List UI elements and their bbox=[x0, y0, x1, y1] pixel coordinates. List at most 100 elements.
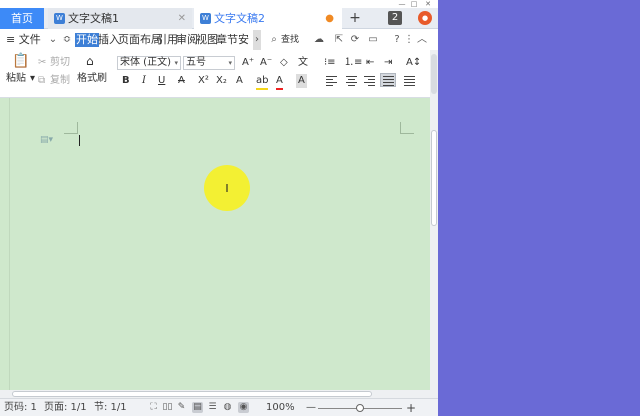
section-count: 节: 1/1 bbox=[94, 402, 127, 413]
collaborate-icon[interactable]: ⟳ bbox=[350, 30, 360, 50]
vertical-scroll-thumb[interactable] bbox=[431, 130, 437, 226]
format-painter-icon[interactable]: ⌂ bbox=[86, 54, 94, 68]
eye-protection-icon[interactable]: ◉ bbox=[238, 402, 249, 413]
zoom-out-button[interactable]: — bbox=[306, 399, 316, 416]
highlight-color-button[interactable]: ab bbox=[256, 74, 269, 90]
ribbon-scroll-thumb[interactable] bbox=[431, 54, 437, 94]
format-painter-button[interactable]: 格式刷 bbox=[77, 72, 107, 86]
chevron-down-icon[interactable]: ▾ bbox=[30, 72, 35, 86]
mouse-ibeam-icon: I bbox=[225, 182, 229, 195]
bold-button[interactable]: B bbox=[122, 74, 130, 88]
paragraph-handle-icon[interactable]: ▤▾ bbox=[40, 135, 53, 145]
maximize-icon[interactable]: □ bbox=[408, 0, 420, 8]
zoom-level[interactable]: 100% bbox=[266, 399, 295, 416]
copy-button[interactable]: 复制 bbox=[50, 74, 70, 88]
menu-review[interactable]: 审阅 bbox=[176, 30, 198, 50]
menu-file[interactable]: ≡ 文件 bbox=[6, 30, 41, 50]
horizontal-scroll-thumb[interactable] bbox=[12, 391, 372, 397]
paste-icon[interactable]: 📋 bbox=[12, 54, 29, 68]
wps-writer-window: 首页 W 文字文稿1 ✕ W 文字文稿2 ● + 2 ● — □ ✕ ≡ 文件 … bbox=[0, 0, 438, 416]
copy-icon[interactable]: ⧉ bbox=[38, 74, 45, 88]
read-mode-icon[interactable]: ▯▯ bbox=[162, 402, 173, 413]
chevron-down-icon[interactable]: ⌄ bbox=[48, 30, 58, 50]
tab-document-2[interactable]: W 文字文稿2 ● bbox=[194, 8, 342, 29]
zoom-slider-handle[interactable] bbox=[356, 404, 364, 412]
cut-button[interactable]: 剪切 bbox=[50, 56, 70, 70]
menu-scroll-arrow[interactable]: › bbox=[253, 30, 261, 50]
page-count: 页面: 1/1 bbox=[44, 402, 87, 413]
underline-button[interactable]: U bbox=[158, 74, 165, 88]
expand-icon[interactable]: ≎ bbox=[62, 30, 72, 50]
status-bar: 页码: 1 页面: 1/1 节: 1/1 ⛶ ▯▯ ✎ ▤ ☰ ◍ ◉ 100%… bbox=[0, 398, 438, 416]
new-tab-button[interactable]: + bbox=[348, 8, 362, 29]
indent-icon[interactable]: ⇥ bbox=[384, 56, 392, 70]
chevron-down-icon: ▾ bbox=[174, 59, 178, 67]
zoom-in-button[interactable]: + bbox=[406, 399, 416, 416]
font-color-button[interactable]: A bbox=[276, 74, 283, 90]
text-cursor bbox=[79, 135, 80, 146]
bullet-list-icon[interactable]: ⁝≡ bbox=[324, 56, 336, 70]
menu-references[interactable]: 引用 bbox=[156, 30, 178, 50]
tab-bar: 首页 W 文字文稿1 ✕ W 文字文稿2 ● + 2 ● — □ ✕ bbox=[0, 0, 438, 29]
font-name-value: 宋体 (正文) bbox=[120, 57, 171, 68]
unsaved-dot-icon: ● bbox=[325, 13, 334, 24]
numbered-list-icon[interactable]: ⒈≡ bbox=[344, 56, 362, 70]
superscript-button[interactable]: X² bbox=[198, 74, 209, 88]
page-view-icon[interactable]: ▤ bbox=[192, 402, 203, 413]
minimize-icon[interactable]: — bbox=[396, 0, 408, 8]
tab-home[interactable]: 首页 bbox=[0, 8, 44, 29]
menu-view[interactable]: 视图 bbox=[196, 30, 218, 50]
close-icon[interactable]: ✕ bbox=[178, 8, 186, 29]
word-doc-icon: W bbox=[54, 13, 65, 24]
tab-document-1[interactable]: W 文字文稿1 ✕ bbox=[48, 8, 192, 29]
menu-bar: ≡ 文件 ⌄ ≎ 开始 插入 页面布局 引用 审阅 视图 章节 安 › ⌕ 查找… bbox=[0, 30, 438, 50]
strikethrough-button[interactable]: A bbox=[178, 74, 185, 88]
user-avatar[interactable]: ● bbox=[418, 11, 432, 25]
align-distributed-icon[interactable] bbox=[404, 76, 415, 86]
menu-section[interactable]: 章节 bbox=[216, 30, 238, 50]
help-icon[interactable]: ? bbox=[392, 30, 402, 50]
subscript-button[interactable]: X₂ bbox=[216, 74, 227, 88]
align-right-icon[interactable] bbox=[364, 76, 375, 86]
cut-icon[interactable]: ✂ bbox=[38, 56, 46, 70]
menu-security[interactable]: 安 bbox=[238, 30, 249, 50]
close-window-icon[interactable]: ✕ bbox=[422, 0, 434, 8]
paste-button[interactable]: 粘贴 bbox=[6, 72, 26, 86]
align-left-icon[interactable] bbox=[326, 76, 337, 86]
window-layout-icon[interactable]: 2 bbox=[388, 11, 402, 25]
word-doc-icon: W bbox=[200, 13, 211, 24]
tab-document-1-label: 文字文稿1 bbox=[68, 12, 119, 25]
crop-mark-top-left bbox=[64, 122, 78, 134]
chevron-down-icon: ▾ bbox=[228, 59, 232, 67]
menu-home[interactable]: 开始 bbox=[75, 33, 99, 47]
outdent-icon[interactable]: ⇤ bbox=[366, 56, 374, 70]
menu-insert[interactable]: 插入 bbox=[98, 30, 120, 50]
page-number: 页码: 1 bbox=[4, 402, 37, 413]
clear-format-button[interactable]: ◇ bbox=[280, 56, 288, 70]
font-name-select[interactable]: 宋体 (正文) ▾ bbox=[117, 56, 181, 70]
outline-view-icon[interactable]: ☰ bbox=[207, 402, 218, 413]
text-direction-icon[interactable]: A↕ bbox=[406, 56, 421, 70]
align-center-icon[interactable] bbox=[346, 76, 357, 86]
page-edge bbox=[9, 98, 10, 390]
italic-button[interactable]: I bbox=[142, 74, 146, 88]
font-size-value: 五号 bbox=[186, 57, 206, 68]
tab-document-2-label: 文字文稿2 bbox=[214, 12, 265, 25]
search-button[interactable]: 查找 bbox=[281, 30, 299, 50]
cloud-icon[interactable]: ☁ bbox=[312, 30, 326, 50]
shrink-font-button[interactable]: A⁻ bbox=[260, 56, 272, 70]
share-icon[interactable]: ⇱ bbox=[334, 30, 344, 50]
web-view-icon[interactable]: ◍ bbox=[222, 402, 233, 413]
char-shading-button[interactable]: A bbox=[296, 74, 307, 88]
fullscreen-icon[interactable]: ⛶ bbox=[148, 402, 159, 413]
comment-icon[interactable]: ▭ bbox=[366, 30, 380, 50]
edit-mode-icon[interactable]: ✎ bbox=[176, 402, 187, 413]
collapse-ribbon-icon[interactable]: ︿ bbox=[417, 30, 427, 50]
document-canvas[interactable] bbox=[0, 98, 430, 390]
phonetic-guide-button[interactable]: 文 bbox=[298, 56, 308, 70]
align-justify-icon bbox=[383, 76, 394, 86]
more-icon[interactable]: ⋮ bbox=[404, 30, 414, 50]
grow-font-button[interactable]: A⁺ bbox=[242, 56, 254, 70]
text-effect-button[interactable]: A bbox=[236, 74, 243, 88]
font-size-select[interactable]: 五号 ▾ bbox=[183, 56, 235, 70]
